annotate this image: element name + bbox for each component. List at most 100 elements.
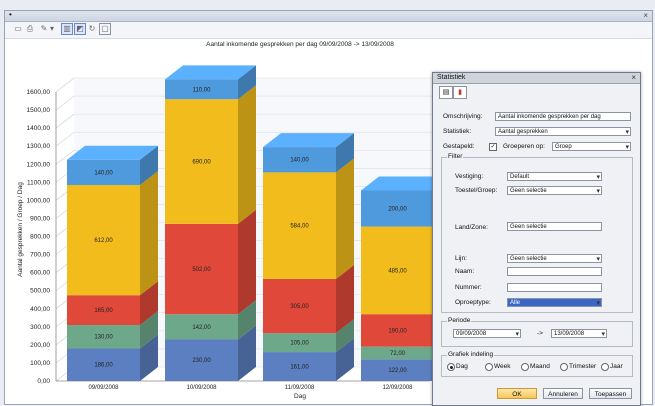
radio-jaar[interactable]: [601, 363, 609, 371]
dialog-title: Statistiek: [437, 74, 466, 81]
bar-value-label: 105,00: [290, 341, 309, 347]
bar-segment-side: [140, 171, 158, 296]
bar-segment-side: [238, 209, 256, 315]
bar-value-label: 485,00: [388, 268, 407, 274]
radio-jaar-label: Jaar: [610, 363, 623, 370]
bar-value-label: 584,00: [290, 224, 309, 230]
naam-label: Naam:: [455, 268, 475, 275]
radio-trimester[interactable]: [560, 363, 568, 371]
bar-segment-side: [336, 158, 354, 279]
land-select[interactable]: Geen selectie: [507, 222, 602, 231]
periode-group-label: Periode: [447, 317, 472, 324]
radio-dag[interactable]: [447, 363, 455, 371]
x-tick-label: 12/09/2008: [382, 385, 413, 391]
vestiging-label: Vestiging:: [455, 173, 484, 180]
x-tick-label: 10/09/2008: [186, 385, 217, 391]
bar-value-label: 186,00: [94, 363, 113, 369]
nummer-input[interactable]: [507, 283, 602, 292]
bar-value-label: 230,00: [192, 358, 211, 364]
radio-week-label: Week: [494, 363, 511, 370]
bar-value-label: 690,00: [192, 160, 211, 166]
toestel-select[interactable]: Geen selectie: [507, 186, 602, 195]
y-tick-label: 100,00: [30, 360, 50, 367]
periode-from-date[interactable]: 09/09/2008: [453, 329, 521, 338]
y-tick-label: 900,00: [30, 215, 50, 222]
bar-value-label: 165,00: [94, 308, 113, 314]
bar-value-label: 612,00: [94, 238, 113, 244]
gestapeld-checkbox[interactable]: ✓: [489, 143, 497, 151]
dialog-titlebar: Statistiek ×: [433, 73, 640, 84]
y-tick-label: 1400,00: [27, 125, 51, 132]
table-view-icon[interactable]: ▤: [439, 86, 453, 99]
bar-value-label: 122,00: [388, 368, 407, 374]
bar-value-label: 130,00: [94, 335, 113, 341]
y-axis-title: Aantal gesprekken / Groep / Dag: [17, 182, 24, 277]
grafiek-indeling-label: Grafiek indeling: [447, 351, 495, 358]
bar-value-label: 200,00: [388, 207, 407, 213]
nummer-label: Nummer:: [455, 284, 482, 291]
y-tick-label: 0,00: [37, 378, 50, 385]
annuleren-button[interactable]: Annuleren: [543, 388, 583, 399]
periode-to-date[interactable]: 13/09/2008: [551, 329, 607, 338]
toepassen-button[interactable]: Toepassen: [589, 388, 632, 399]
y-tick-label: 1100,00: [27, 179, 50, 186]
lijn-label: Lijn:: [455, 255, 467, 262]
y-tick-label: 200,00: [30, 342, 50, 349]
x-axis-title: Dag: [294, 393, 306, 400]
bar-value-label: 72,00: [390, 351, 406, 357]
y-tick-label: 1500,00: [27, 107, 51, 114]
radio-week[interactable]: [485, 363, 493, 371]
bar-value-label: 142,00: [192, 325, 211, 331]
y-tick-label: 400,00: [30, 306, 50, 313]
bar-value-label: 140,00: [290, 158, 309, 164]
y-tick-label: 800,00: [30, 234, 50, 241]
radio-trimester-label: Trimester: [569, 363, 597, 370]
statistiek-select[interactable]: Aantal gesprekken: [495, 127, 631, 136]
bar-value-label: 161,00: [290, 365, 309, 371]
chart-view-tab-icon[interactable]: ▮: [453, 86, 467, 99]
chart-title: Aantal inkomende gesprekken per dag 09/0…: [206, 41, 394, 48]
omschrijving-input[interactable]: Aantal inkomende gesprekken per dag: [495, 112, 631, 121]
periode-arrow: ->: [537, 330, 543, 337]
vestiging-select[interactable]: Default: [507, 172, 602, 181]
y-tick-label: 1600,00: [27, 89, 51, 96]
bar-value-label: 502,00: [192, 267, 211, 273]
gridline-diagonal: [55, 77, 75, 93]
y-tick-label: 1200,00: [27, 161, 51, 168]
statistiek-dialog: Statistiek × ▤ ▮ Omschrijving: Aantal in…: [432, 72, 641, 406]
groeperen-select[interactable]: Groep: [552, 142, 631, 151]
bar-value-label: 305,00: [290, 304, 309, 310]
gridline-diagonal: [55, 95, 75, 111]
bar-segment-side: [238, 85, 256, 224]
lijn-select[interactable]: Geen selectie: [507, 254, 602, 263]
radio-dag-label: Dag: [456, 363, 468, 370]
groeperen-label: Groeperen op:: [503, 143, 545, 150]
gridline-diagonal: [55, 113, 75, 129]
filter-group-label: Filter: [447, 153, 464, 160]
dialog-close-icon[interactable]: ×: [631, 73, 636, 82]
gridline-diagonal: [55, 131, 75, 147]
toestel-label: Toestel/Groep:: [455, 187, 498, 194]
naam-input[interactable]: [507, 267, 602, 276]
y-tick-label: 1000,00: [27, 197, 51, 204]
statistiek-label: Statistiek:: [443, 128, 472, 135]
gestapeld-label: Gestapeld:: [443, 143, 475, 150]
y-tick-label: 600,00: [30, 270, 50, 277]
y-tick-label: 1300,00: [27, 143, 51, 150]
ok-button[interactable]: OK: [497, 388, 537, 399]
oproeptype-label: Oproeptype:: [455, 299, 491, 306]
bar-value-label: 110,00: [193, 87, 212, 93]
radio-maand-label: Maand: [530, 363, 550, 370]
y-tick-label: 300,00: [30, 324, 50, 331]
bar-value-label: 190,00: [388, 328, 407, 334]
bar-value-label: 140,00: [94, 170, 113, 176]
omschrijving-label: Omschrijving:: [443, 113, 483, 120]
y-tick-label: 700,00: [30, 252, 50, 259]
screen-background: • × ▭ ⎙ ✎ ▾ ▥ ◩ ↻ ▢ Aantal inkomende ges…: [0, 0, 655, 406]
radio-maand[interactable]: [521, 363, 529, 371]
land-label: Land/Zone:: [455, 224, 488, 231]
x-tick-label: 11/09/2008: [285, 385, 315, 391]
x-tick-label: 09/09/2008: [88, 385, 119, 391]
oproeptype-select[interactable]: Alle: [507, 298, 602, 307]
y-tick-label: 500,00: [30, 288, 50, 295]
